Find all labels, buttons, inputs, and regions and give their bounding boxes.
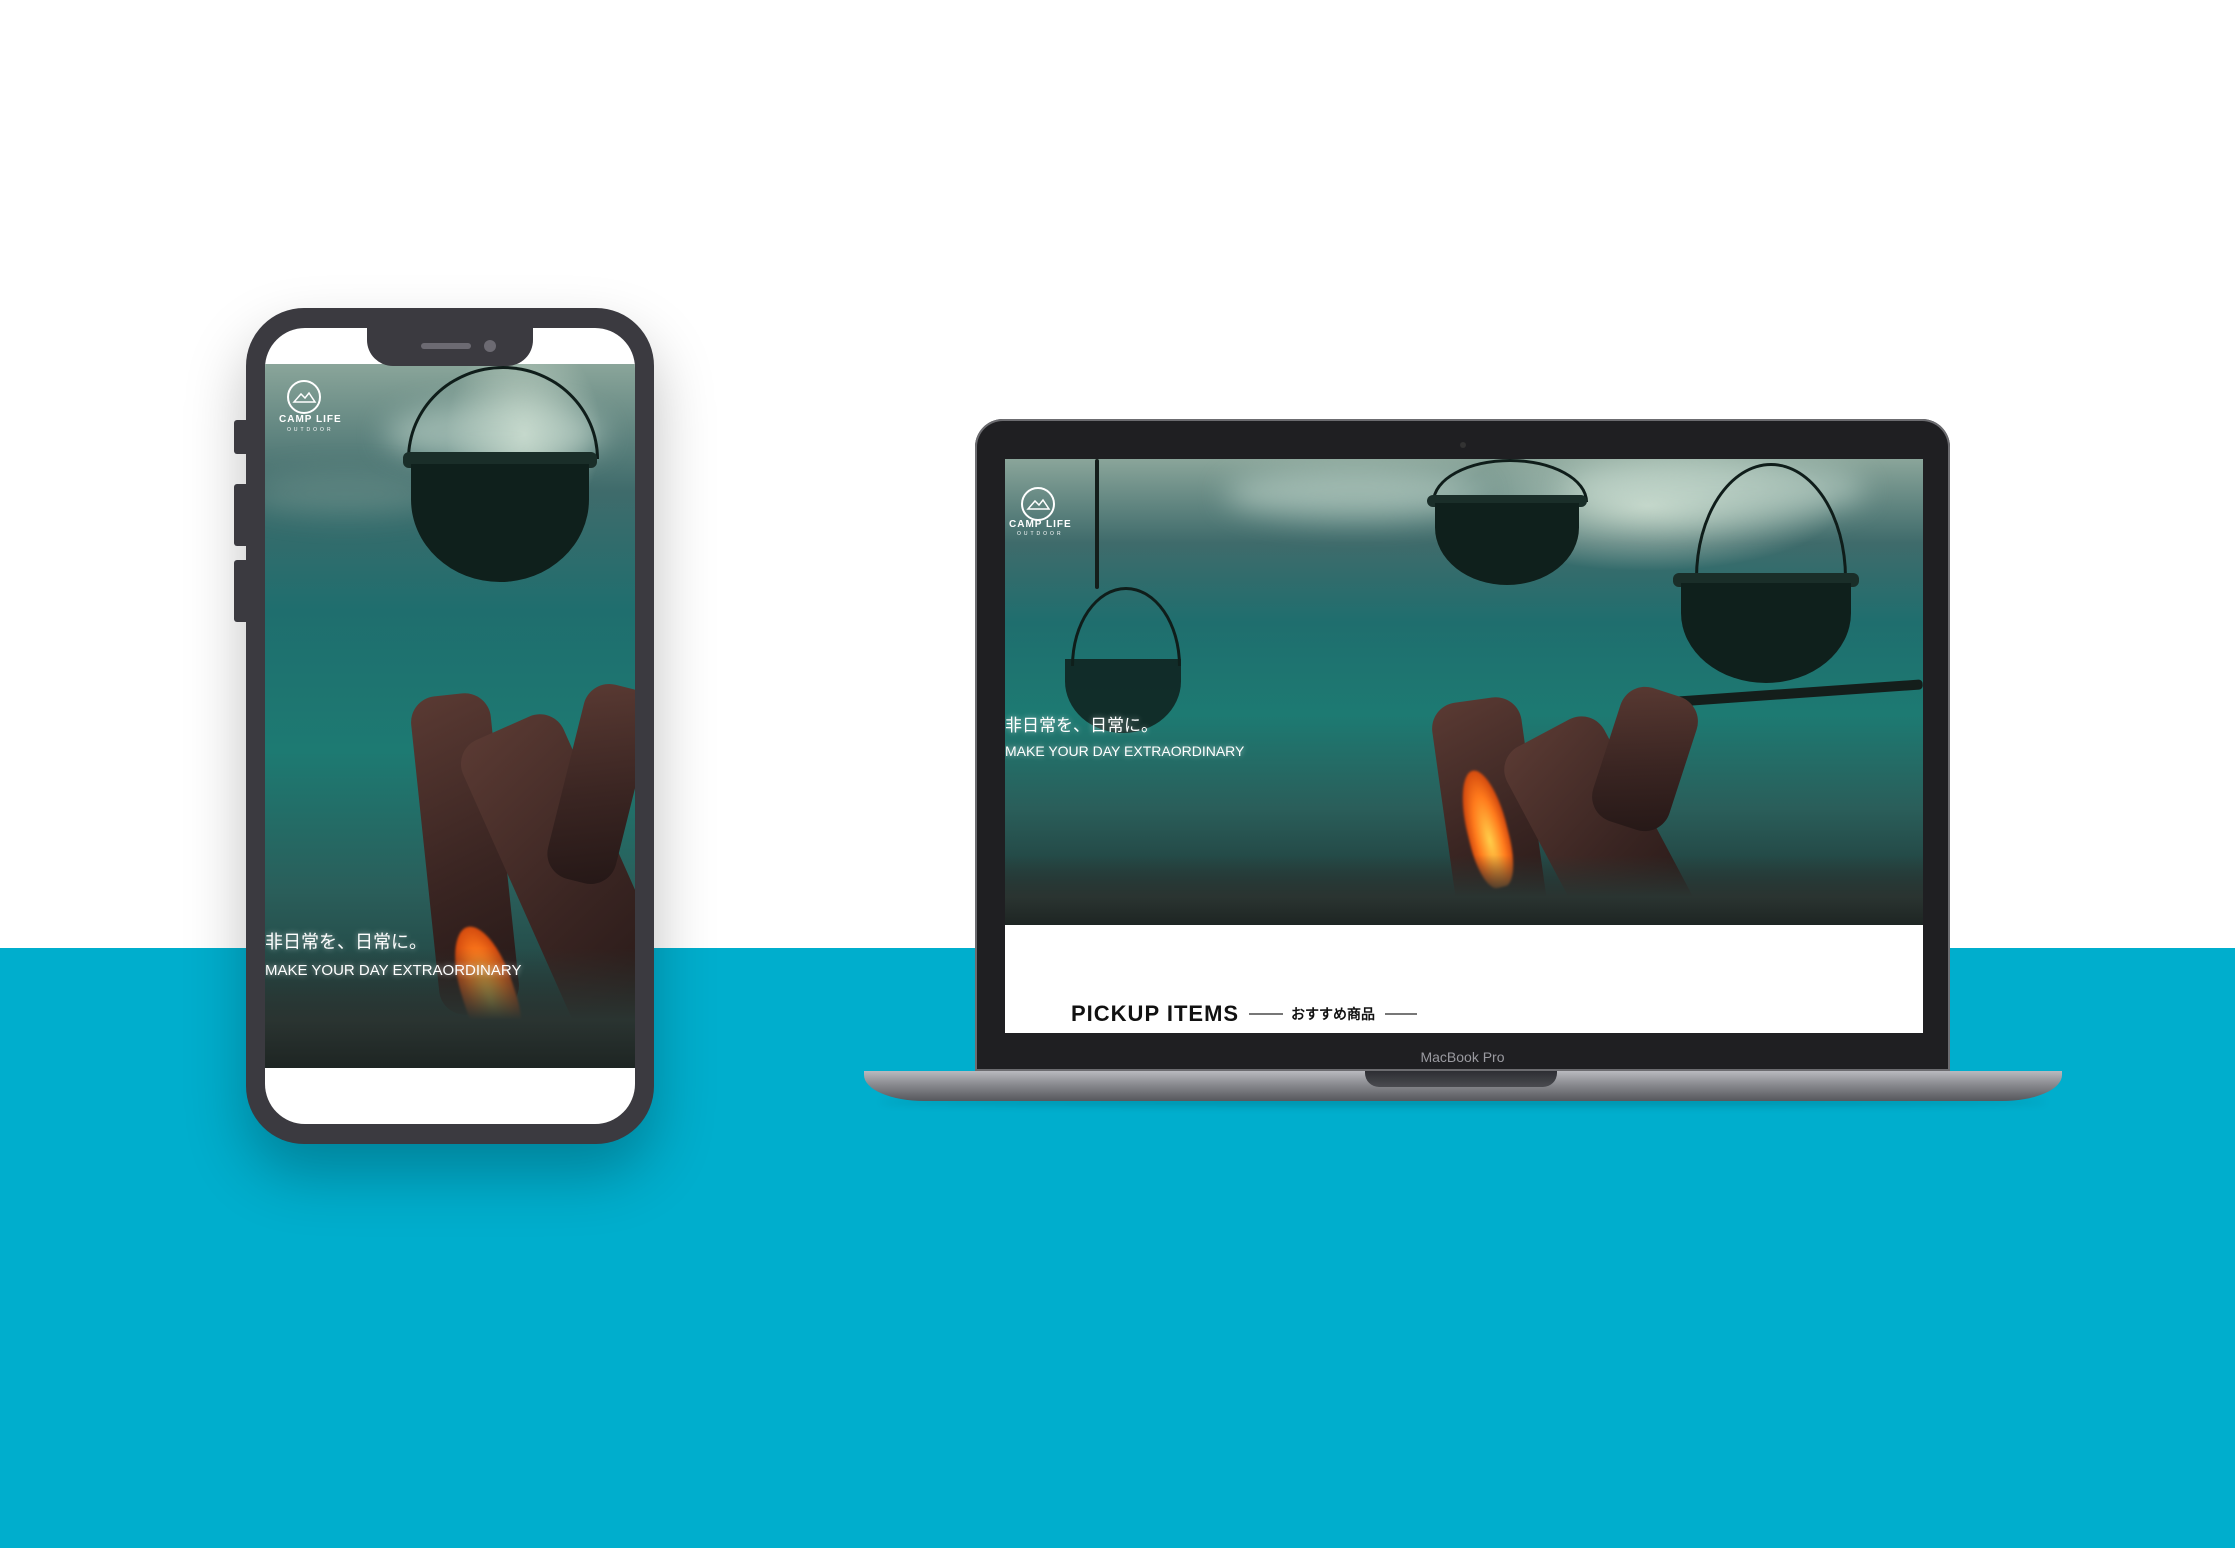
brand-logo[interactable]: CAMP LIFE OUTDOOR bbox=[279, 380, 399, 440]
laptop-opening-notch bbox=[1365, 1071, 1557, 1087]
laptop-mockup: CAMP LIFE OUTDOOR 非日常を、日常に。 MAKE YOUR DA… bbox=[975, 419, 1950, 1071]
title-divider bbox=[1249, 1013, 1283, 1015]
hanging-pot bbox=[1681, 583, 1851, 683]
hanging-pot bbox=[1435, 503, 1579, 585]
hero-tagline-en: MAKE YOUR DAY EXTRAORDINARY bbox=[1005, 743, 1245, 759]
brand-logo[interactable]: CAMP LIFE OUTDOOR bbox=[1009, 487, 1129, 547]
laptop-model-label: MacBook Pro bbox=[1420, 1049, 1505, 1065]
pot-handle bbox=[1071, 587, 1181, 666]
hero-image: CAMP LIFE OUTDOOR 非日常を、日常に。 MAKE YOUR DA… bbox=[265, 364, 635, 1068]
laptop-base bbox=[864, 1071, 2062, 1101]
hero-image: CAMP LIFE OUTDOOR 非日常を、日常に。 MAKE YOUR DA… bbox=[1005, 459, 1923, 925]
hero-tagline-jp: 非日常を、日常に。 bbox=[265, 932, 427, 952]
mountain-logo-icon bbox=[287, 380, 321, 414]
brand-name: CAMP LIFE bbox=[1009, 519, 1072, 530]
brand-subtitle: OUTDOOR bbox=[287, 427, 334, 433]
section-subtitle: おすすめ商品 bbox=[1291, 1006, 1375, 1022]
ground bbox=[1005, 855, 1923, 925]
hero-tagline-en: MAKE YOUR DAY EXTRAORDINARY bbox=[265, 962, 522, 979]
phone-notch bbox=[367, 328, 533, 366]
front-camera-icon bbox=[484, 340, 496, 352]
phone-mockup: CAMP LIFE OUTDOOR 非日常を、日常に。 MAKE YOUR DA… bbox=[234, 308, 654, 1144]
speaker-grille bbox=[421, 343, 471, 349]
brand-name: CAMP LIFE bbox=[279, 414, 342, 425]
section-title: PICKUP ITEMS bbox=[1071, 1001, 1240, 1026]
firewood-log bbox=[1585, 680, 1705, 838]
phone-screen: CAMP LIFE OUTDOOR 非日常を、日常に。 MAKE YOUR DA… bbox=[265, 328, 635, 1124]
hanging-pot bbox=[411, 464, 589, 582]
pickup-section: PICKUP ITEMS おすすめ商品 bbox=[1005, 925, 1923, 1033]
hero-tagline-jp: 非日常を、日常に。 bbox=[1005, 716, 1158, 735]
pot-handle bbox=[407, 366, 599, 459]
webcam-icon bbox=[1460, 442, 1466, 448]
brand-subtitle: OUTDOOR bbox=[1017, 531, 1064, 537]
phone-volume-down-button bbox=[234, 560, 248, 622]
laptop-screen: CAMP LIFE OUTDOOR 非日常を、日常に。 MAKE YOUR DA… bbox=[1005, 459, 1923, 1033]
phone-side-button bbox=[234, 420, 248, 454]
phone-volume-up-button bbox=[234, 484, 248, 546]
title-divider bbox=[1385, 1013, 1417, 1015]
mountain-logo-icon bbox=[1021, 487, 1055, 521]
